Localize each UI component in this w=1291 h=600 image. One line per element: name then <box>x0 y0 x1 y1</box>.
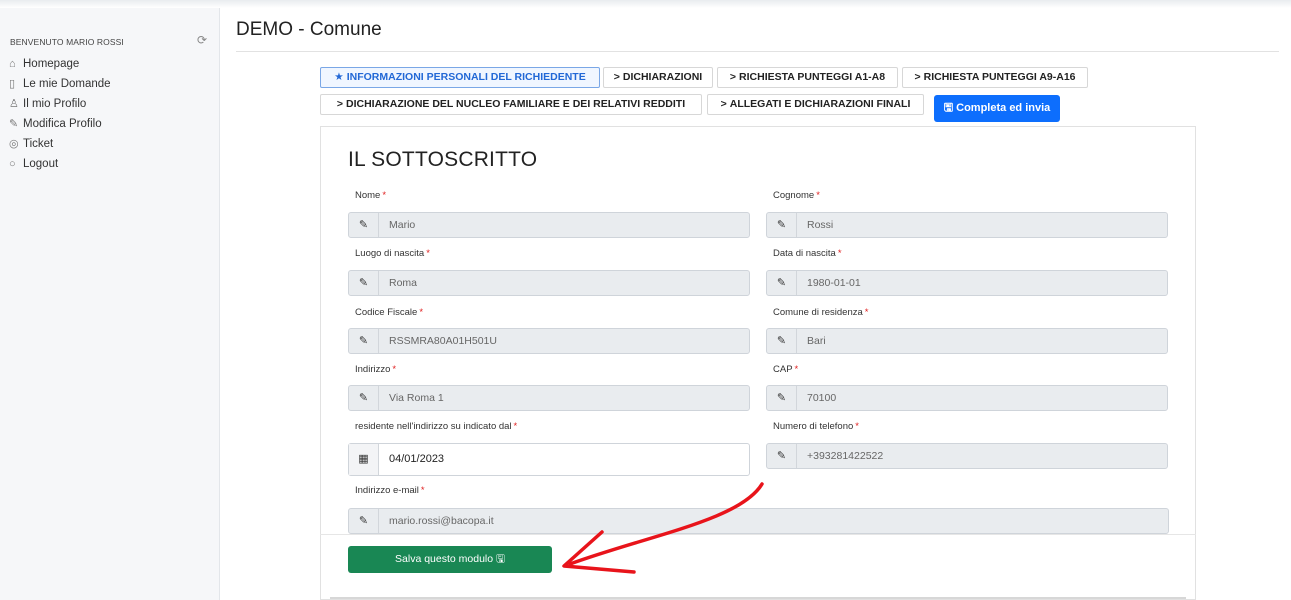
tab-allegati[interactable]: > ALLEGATI E DICHIARAZIONI FINALI <box>707 94 924 115</box>
sidebar-item-modifica-profilo[interactable]: ✎ Modifica Profilo <box>9 114 111 134</box>
data-nascita-field[interactable]: ✎ 1980-01-01 <box>766 270 1168 296</box>
cap-label: CAP * <box>773 364 799 375</box>
residente-dal-value: 04/01/2023 <box>389 453 445 465</box>
sidebar-item-label: Logout <box>23 158 59 170</box>
sidebar-item-ticket[interactable]: ◎ Ticket <box>9 134 111 154</box>
tab-label: RICHIESTA PUNTEGGI A1-A8 <box>739 71 886 83</box>
luogo-field[interactable]: ✎ Roma <box>348 270 750 296</box>
data-nascita-value: 1980-01-01 <box>807 277 861 289</box>
save-module-button[interactable]: Salva questo modulo 🖫 <box>348 546 552 573</box>
chevron-right-icon: > <box>720 98 727 110</box>
pencil-icon: ✎ <box>767 271 797 295</box>
compass-icon: ◎ <box>9 138 19 150</box>
pencil-icon: ✎ <box>349 329 379 353</box>
pencil-icon: ✎ <box>767 213 797 237</box>
telefono-label: Numero di telefono * <box>773 421 859 432</box>
pencil-icon: ✎ <box>349 271 379 295</box>
indirizzo-value: Via Roma 1 <box>389 392 444 404</box>
indirizzo-label: Indirizzo * <box>355 364 397 375</box>
save-icon: 🖫 <box>943 102 954 114</box>
sidebar-item-profilo[interactable]: ♙ Il mio Profilo <box>9 94 111 114</box>
bottom-divider <box>330 597 1186 599</box>
chevron-right-icon: > <box>914 71 921 83</box>
residente-dal-label: residente nell'indirizzo su indicato dal… <box>355 421 518 432</box>
save-module-label: Salva questo modulo <box>395 553 494 565</box>
tab-punteggi-a9-a16[interactable]: > RICHIESTA PUNTEGGI A9-A16 <box>902 67 1088 88</box>
circle-icon: ○ <box>9 158 16 170</box>
cloud-sync-icon[interactable]: ⟳ <box>197 33 207 47</box>
calendar-icon: ▦ <box>349 444 379 475</box>
cognome-field[interactable]: ✎ Rossi <box>766 212 1168 238</box>
pencil-icon: ✎ <box>349 213 379 237</box>
map-icon: ▯ <box>9 78 16 90</box>
luogo-label: Luogo di nascita * <box>355 248 430 259</box>
indirizzo-field[interactable]: ✎ Via Roma 1 <box>348 385 750 411</box>
chevron-right-icon: > <box>336 98 343 110</box>
pencil-icon: ✎ <box>767 444 797 468</box>
chevron-right-icon: > <box>729 71 737 83</box>
residente-dal-date-input[interactable]: ▦ 04/01/2023 <box>348 443 750 476</box>
sidebar-item-label: Modifica Profilo <box>23 118 102 130</box>
data-nascita-label: Data di nascita * <box>773 248 842 259</box>
tab-dichiarazioni[interactable]: > DICHIARAZIONI <box>603 67 713 88</box>
nome-value: Mario <box>389 219 416 231</box>
star-icon: ★ <box>334 71 344 83</box>
sidebar-item-homepage[interactable]: ⌂ Homepage <box>9 54 111 74</box>
sidebar-item-logout[interactable]: ○ Logout <box>9 154 111 174</box>
email-value: mario.rossi@bacopa.it <box>389 515 494 527</box>
save-icon: 🖫 <box>496 553 505 565</box>
top-bar <box>0 0 1291 8</box>
tab-nucleo-familiare[interactable]: > DICHIARAZIONE DEL NUCLEO FAMILIARE E DE… <box>320 94 702 115</box>
user-icon: ♙ <box>9 98 19 110</box>
pencil-icon: ✎ <box>349 509 379 533</box>
sidebar-nav: ⌂ Homepage ▯ Le mie Domande ♙ Il mio Profil… <box>9 54 111 174</box>
cap-value: 70100 <box>807 392 837 404</box>
tab-label: ALLEGATI E DICHIARAZIONI FINALI <box>729 98 911 110</box>
chevron-right-icon: > <box>613 71 620 83</box>
tab-label: INFORMAZIONI PERSONALI DEL RICHIEDENTE <box>346 71 586 83</box>
codice-fiscale-value: RSSMRA80A01H501U <box>389 335 497 347</box>
sidebar-item-label: Homepage <box>23 58 80 70</box>
title-divider <box>236 51 1279 52</box>
cap-field[interactable]: ✎ 70100 <box>766 385 1168 411</box>
pencil-icon: ✎ <box>349 386 379 410</box>
home-icon: ⌂ <box>9 58 16 70</box>
luogo-value: Roma <box>389 277 418 289</box>
cognome-value: Rossi <box>807 219 834 231</box>
nome-label: Nome * <box>355 190 387 201</box>
pencil-icon: ✎ <box>767 386 797 410</box>
tab-punteggi-a1-a8[interactable]: > RICHIESTA PUNTEGGI A1-A8 <box>717 67 898 88</box>
sidebar-item-domande[interactable]: ▯ Le mie Domande <box>9 74 111 94</box>
codice-fiscale-label: Codice Fiscale * <box>355 307 424 318</box>
section-title: IL SOTTOSCRITTO <box>348 148 538 171</box>
annotation-arrow-icon <box>562 482 764 574</box>
complete-submit-label: Completa ed invia <box>956 102 1051 114</box>
tab-label: RICHIESTA PUNTEGGI A9-A16 <box>923 71 1076 83</box>
sidebar: BENVENUTO MARIO ROSSI ⟳ ⌂ Homepage ▯ Le mi… <box>0 8 220 600</box>
edit-icon: ✎ <box>9 118 19 130</box>
tab-label: DICHIARAZIONI <box>622 71 703 83</box>
tab-informazioni-personali[interactable]: ★ INFORMAZIONI PERSONALI DEL RICHIEDENTE <box>320 67 600 88</box>
comune-residenza-value: Bari <box>807 335 826 347</box>
telefono-field[interactable]: ✎ +393281422522 <box>766 443 1168 469</box>
sidebar-item-label: Ticket <box>23 138 54 150</box>
sidebar-item-label: Le mie Domande <box>23 78 111 90</box>
page-title: DEMO - Comune <box>236 19 382 40</box>
pencil-icon: ✎ <box>767 329 797 353</box>
codice-fiscale-field[interactable]: ✎ RSSMRA80A01H501U <box>348 328 750 354</box>
tab-label: DICHIARAZIONE DEL NUCLEO FAMILIARE E DEI… <box>346 98 686 110</box>
comune-residenza-field[interactable]: ✎ Bari <box>766 328 1168 354</box>
complete-submit-button[interactable]: 🖫 Completa ed invia <box>934 95 1060 122</box>
comune-residenza-label: Comune di residenza * <box>773 307 869 318</box>
cognome-label: Cognome * <box>773 190 820 201</box>
email-label: Indirizzo e-mail * <box>355 485 425 496</box>
telefono-value: +393281422522 <box>807 450 884 462</box>
welcome-text: BENVENUTO MARIO ROSSI <box>10 37 124 47</box>
sidebar-item-label: Il mio Profilo <box>23 98 87 110</box>
nome-field[interactable]: ✎ Mario <box>348 212 750 238</box>
